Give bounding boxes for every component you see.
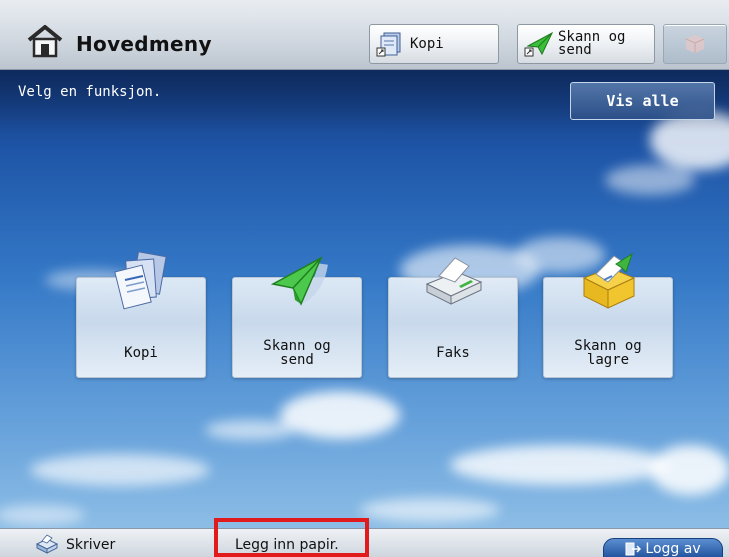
logout-button[interactable]: Logg av xyxy=(603,538,723,557)
show-all-button[interactable]: Vis alle xyxy=(570,82,715,120)
home-icon[interactable] xyxy=(26,24,64,58)
logout-label: Logg av xyxy=(645,541,701,557)
paper-plane-send-icon xyxy=(524,31,554,57)
main-area: Velg en funksjon. Vis alle Kopi Skann og… xyxy=(0,70,729,528)
cube-icon xyxy=(685,35,705,53)
tile-copy-label: Kopi xyxy=(124,345,158,361)
tile-fax-label: Faks xyxy=(436,345,470,361)
fax-icon xyxy=(425,257,483,305)
status-message: Legg inn papir. xyxy=(235,537,339,553)
shortcut-scan-send-label: Skann og send xyxy=(558,29,626,58)
store-folder-icon xyxy=(582,252,636,309)
tile-copy[interactable]: Kopi xyxy=(76,251,206,378)
copy-icon xyxy=(376,32,401,57)
shortcut-copy-label: Kopi xyxy=(410,35,444,52)
shortcut-empty-button[interactable] xyxy=(663,24,727,64)
header-bar: Hovedmeny Kopi Skann og send xyxy=(0,0,729,70)
tile-scan-send[interactable]: Skann og send xyxy=(232,256,362,378)
page-title: Hovedmeny xyxy=(76,32,212,56)
printer-icon[interactable] xyxy=(34,534,60,554)
shortcut-copy-button[interactable]: Kopi xyxy=(369,24,499,64)
paper-plane-send-icon xyxy=(270,256,328,306)
tile-scan-send-label: Skann og send xyxy=(263,338,331,368)
instruction-text: Velg en funksjon. xyxy=(18,84,162,100)
logout-icon xyxy=(625,542,642,556)
tile-scan-store[interactable]: Skann og lagre xyxy=(543,252,673,378)
shortcut-scan-send-button[interactable]: Skann og send xyxy=(517,24,655,64)
status-message-highlight: Legg inn papir. xyxy=(214,518,369,557)
copy-icon xyxy=(114,251,167,310)
tile-fax[interactable]: Faks xyxy=(388,257,518,378)
tile-scan-store-label: Skann og lagre xyxy=(574,338,642,368)
printer-label[interactable]: Skriver xyxy=(66,537,115,553)
